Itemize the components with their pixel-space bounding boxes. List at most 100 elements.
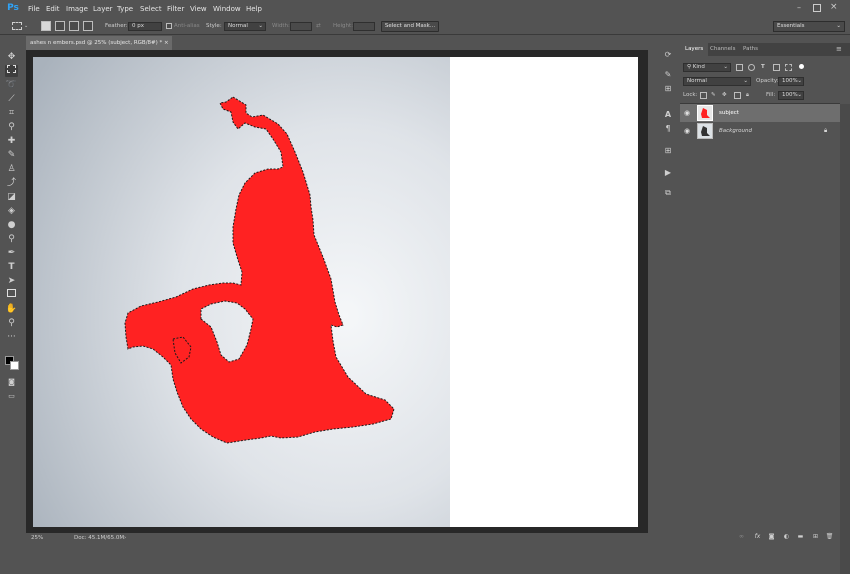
marquee-preset-icon[interactable] [12,22,22,30]
visibility-eye-icon[interactable]: ◉ [684,127,692,135]
swap-dimensions-icon[interactable]: ⇄ [316,22,321,31]
layer-name[interactable]: Background [719,122,752,140]
filter-kind-select[interactable]: ⚲ Kind ⌄ [683,63,731,72]
new-group-icon[interactable]: ▬ [796,532,805,541]
height-input[interactable] [353,22,375,31]
rectangle-tool-icon[interactable] [5,289,18,301]
type-tool-icon[interactable]: T [5,261,18,273]
brush-settings-icon[interactable]: ⊞ [662,83,674,95]
eraser-tool-icon[interactable]: ◪ [5,191,18,203]
menu-help[interactable]: Help [246,3,262,15]
blur-tool-icon[interactable]: ● [5,219,18,231]
smart-object-filter-icon[interactable] [785,64,792,71]
pixel-filter-icon[interactable] [736,64,743,71]
antialias-checkbox[interactable] [166,23,172,29]
canvas[interactable] [33,57,638,527]
add-selection-icon[interactable] [55,21,65,31]
paint-bucket-tool-icon[interactable]: ◈ [5,205,18,217]
photoshop-logo: Ps [7,3,19,13]
delete-layer-icon[interactable]: 🗑︎ [825,532,834,541]
style-select[interactable]: Normal ⌄ [224,22,266,31]
dodge-tool-icon[interactable]: ⚲ [5,233,18,245]
menu-edit[interactable]: Edit [46,3,60,15]
link-layers-icon[interactable]: ∞ [737,532,746,541]
background-color-swatch[interactable] [10,361,19,370]
layers-scrollbar[interactable] [840,104,850,574]
add-mask-icon[interactable]: ◙ [767,532,776,541]
filter-toggle-icon[interactable] [799,64,804,69]
select-and-mask-button[interactable]: Select and Mask... [381,21,439,32]
menu-file[interactable]: File [28,3,40,15]
history-brush-tool-icon[interactable]: ⤴ [5,177,18,189]
blend-mode-select[interactable]: Normal ⌄ [683,77,751,86]
lock-position-icon[interactable]: ✥ [722,91,727,100]
close-tab-icon[interactable]: × [164,36,169,50]
menu-window[interactable]: Window [213,3,241,15]
lasso-tool-icon[interactable]: ➰ [5,79,18,91]
lock-pixels-icon[interactable]: ✎ [711,91,716,100]
zoom-tool-icon[interactable]: ⚲ [5,317,18,329]
adjustments-panel-icon[interactable]: ⊞ [662,145,674,157]
new-layer-icon[interactable]: ⊞ [811,532,820,541]
zoom-level[interactable]: 25% [31,534,43,542]
path-selection-tool-icon[interactable]: ➤ [5,275,18,287]
brush-tool-icon[interactable]: ✎ [5,149,18,161]
tab-channels[interactable]: Channels [705,43,740,56]
workspace-select[interactable]: Essentials ⌄ [773,21,845,32]
tab-paths[interactable]: Paths [738,43,763,56]
chevron-down-icon: ⌄ [258,23,263,29]
paragraph-panel-icon[interactable]: ¶ [662,123,674,135]
menu-select[interactable]: Select [140,3,162,15]
minimize-icon[interactable]: – [797,4,805,12]
preset-chevron-icon[interactable]: ⌄ [24,23,28,29]
new-selection-icon[interactable] [41,21,51,31]
intersect-selection-icon[interactable] [83,21,93,31]
close-window-icon[interactable]: × [830,2,840,12]
type-filter-icon[interactable]: T [761,63,765,72]
fill-input[interactable]: 100% ⌄ [778,91,804,100]
layer-row-subject[interactable]: ◉ subject [680,104,840,122]
shape-filter-icon[interactable] [773,64,780,71]
feather-input[interactable]: 0 px [128,22,162,31]
document-tab[interactable]: ashes n embers.psd @ 25% (subject, RGB/8… [26,36,172,50]
tab-layers[interactable]: Layers [680,43,709,56]
eyedropper-tool-icon[interactable]: ⚲ [5,121,18,133]
layer-name[interactable]: subject [719,104,739,122]
clone-stamp-tool-icon[interactable]: ♙ [5,163,18,175]
crop-tool-icon[interactable]: ⌗ [5,107,18,119]
menu-view[interactable]: View [190,3,207,15]
pen-tool-icon[interactable]: ✒ [5,247,18,259]
actions-play-icon[interactable]: ▶ [662,167,674,179]
history-panel-icon[interactable]: ⟳ [662,49,674,61]
menu-layer[interactable]: Layer [93,3,113,15]
subtract-selection-icon[interactable] [69,21,79,31]
layer-style-icon[interactable]: fx [753,532,762,541]
rectangular-marquee-tool-icon[interactable] [5,65,18,77]
menu-filter[interactable]: Filter [167,3,184,15]
layer-row-background[interactable]: ◉ Background 🔒︎ [680,122,840,140]
panel-menu-icon[interactable]: ≡ [836,45,842,53]
quick-selection-tool-icon[interactable]: ⟋ [5,93,18,105]
screen-mode-icon[interactable]: ▭ [5,390,18,402]
hand-tool-icon[interactable]: ✋ [5,303,18,315]
properties-panel-icon[interactable]: ⧉ [662,187,674,199]
move-tool-icon[interactable]: ✥ [5,51,18,63]
lock-all-icon[interactable]: 🔒︎ [746,91,749,100]
adjustment-filter-icon[interactable] [748,64,755,71]
menu-image[interactable]: Image [66,3,88,15]
quick-mask-icon[interactable]: ◙ [5,376,18,388]
healing-brush-tool-icon[interactable]: ✚ [5,135,18,147]
status-menu-icon[interactable]: › [124,534,126,542]
character-panel-icon[interactable]: A [662,109,674,121]
lock-transparent-icon[interactable] [700,92,707,99]
lock-artboard-icon[interactable] [734,92,741,99]
more-tools-icon[interactable]: ··· [5,331,18,343]
adjustment-layer-icon[interactable]: ◐ [782,532,791,541]
opacity-input[interactable]: 100% ⌄ [778,77,804,86]
document-info[interactable]: Doc: 45.1M/65.0M [74,534,124,542]
width-input[interactable] [290,22,312,31]
visibility-eye-icon[interactable]: ◉ [684,109,692,117]
maximize-icon[interactable] [813,4,821,12]
brush-presets-icon[interactable]: ✎ [662,69,674,81]
menu-type[interactable]: Type [117,3,133,15]
